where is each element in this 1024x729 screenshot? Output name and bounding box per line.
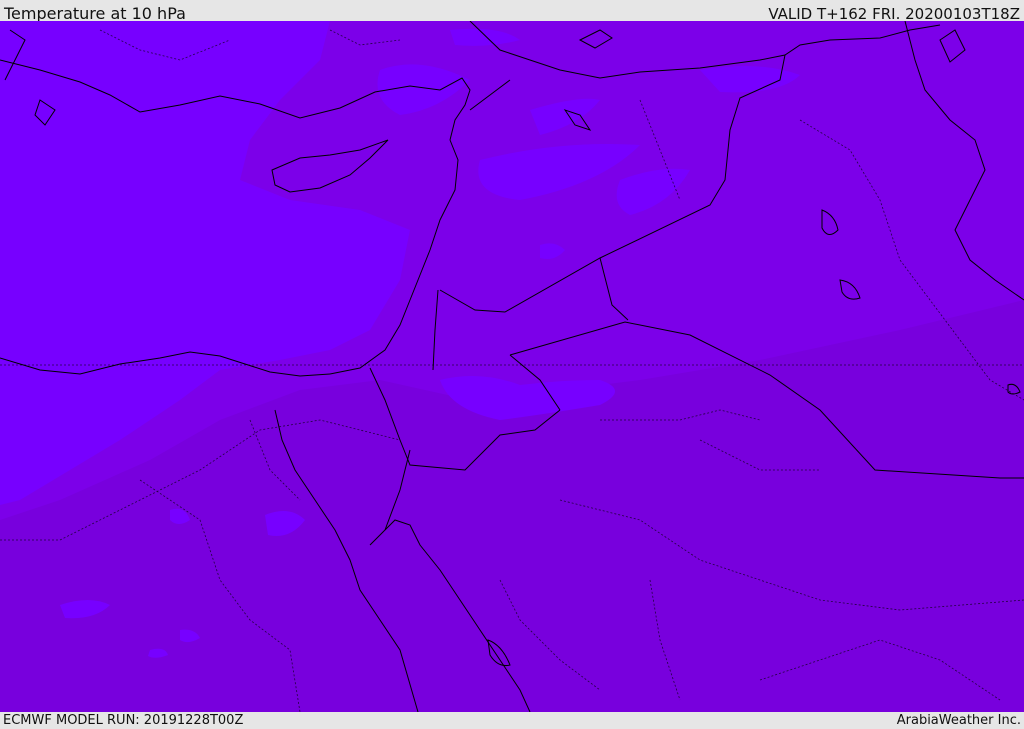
title-bar: Temperature at 10 hPa VALID T+162 FRI. 2… bbox=[0, 0, 1024, 23]
weather-map[interactable] bbox=[0, 21, 1024, 712]
footer-bar: ECMWF MODEL RUN: 20191228T00Z ArabiaWeat… bbox=[0, 712, 1024, 729]
credit: ArabiaWeather Inc. bbox=[896, 713, 1021, 728]
model-run: ECMWF MODEL RUN: 20191228T00Z bbox=[3, 713, 244, 728]
map-canvas bbox=[0, 21, 1024, 712]
